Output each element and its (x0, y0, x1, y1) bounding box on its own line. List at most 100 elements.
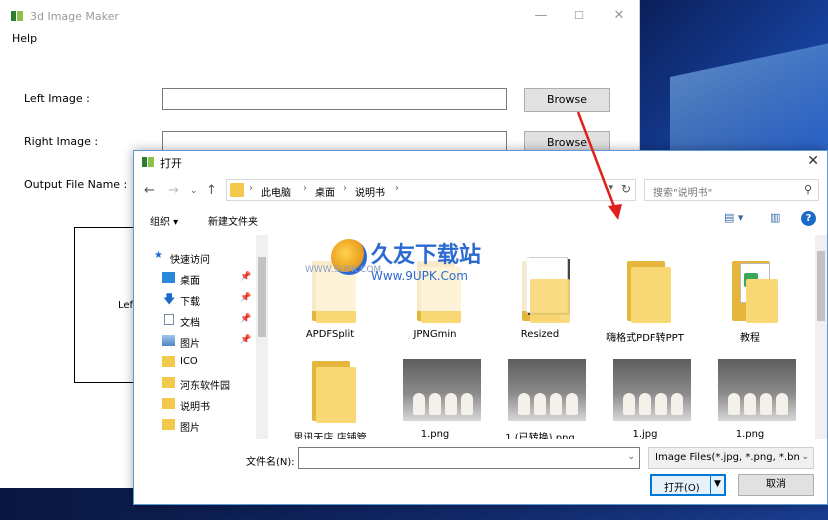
file-item[interactable]: 思讯天店 店铺管 (284, 349, 376, 439)
breadcrumb-manual[interactable]: 说明书 (355, 184, 385, 199)
left-preview-text: Lef (118, 300, 134, 311)
file-name: 1.png (420, 429, 450, 439)
search-placeholder: 搜索"说明书" (653, 188, 713, 199)
nav-label: 桌面 (180, 276, 200, 287)
file-item[interactable]: 1.jpg (599, 349, 691, 439)
file-type-select[interactable]: Image Files(*.jpg, *.png, *.bn ⌄ (648, 447, 814, 469)
watermark-brand: 久友下载站 (371, 242, 482, 268)
nav-label: 下载 (180, 297, 200, 308)
image-thumbnail (504, 349, 586, 425)
image-thumbnail (399, 349, 481, 425)
up-arrow-icon[interactable]: ↑ (206, 183, 217, 198)
address-folder-icon (230, 183, 244, 197)
left-image-input[interactable] (162, 88, 507, 110)
nav-folder-pictures[interactable]: 图片 (134, 415, 254, 435)
folder-icon (714, 249, 786, 325)
dialog-app-icon (142, 157, 154, 167)
breadcrumb-separator: › (303, 183, 307, 194)
preview-pane-icon[interactable]: ▥ (770, 211, 780, 224)
new-folder-button[interactable]: 新建文件夹 (208, 213, 258, 228)
open-button-label: 打开(O) (664, 483, 700, 494)
maximize-icon[interactable]: ☐ (564, 6, 594, 26)
file-item[interactable]: 嗨格式PDF转PPT (599, 249, 691, 349)
dialog-close-icon[interactable]: ✕ (807, 153, 819, 169)
watermark: 久友下载站 WWW.9UPK.COM Www.9UPK.Com (299, 221, 529, 311)
nav-label: ICO (180, 356, 198, 367)
output-file-label: Output File Name : (24, 178, 128, 191)
content-scrollbar-thumb[interactable] (817, 251, 825, 321)
breadcrumb-separator: › (343, 183, 347, 194)
folder-icon (162, 398, 175, 409)
file-name: 嗨格式PDF转PPT (606, 333, 684, 344)
annotation-arrow-icon (576, 111, 622, 220)
file-name: APDFSplit (305, 329, 355, 340)
nav-quick-access[interactable]: ★ 快速访问 (134, 247, 254, 267)
breadcrumb-desktop[interactable]: 桌面 (315, 184, 335, 199)
file-name: 1.jpg (632, 429, 658, 439)
folder-icon (162, 419, 175, 430)
dialog-title: 打开 (160, 157, 182, 170)
nav-folder-manual[interactable]: 说明书 (134, 394, 254, 414)
nav-label: 说明书 (180, 402, 210, 413)
filename-input[interactable]: ⌄ (298, 447, 640, 469)
chevron-down-icon: ⌄ (801, 452, 809, 462)
nav-folder-hedong[interactable]: 河东软件园 (134, 373, 254, 393)
nav-scrollbar-thumb[interactable] (258, 257, 266, 337)
close-icon[interactable]: ✕ (604, 6, 634, 26)
file-name: Resized (520, 329, 560, 340)
file-name: 1 (已转换).png (505, 433, 575, 439)
app-icon (11, 11, 23, 21)
file-name: JPNGmin (413, 329, 457, 340)
nav-label: 河东软件园 (180, 381, 230, 392)
nav-label: 文档 (180, 318, 200, 329)
pin-icon: 📌 (240, 314, 252, 324)
open-dropdown-icon[interactable]: ▼ (714, 479, 721, 489)
chevron-down-icon[interactable]: ⌄ (627, 452, 635, 462)
breadcrumb-separator: › (395, 183, 399, 194)
open-button[interactable]: 打开(O) ▼ (650, 474, 726, 496)
right-image-label: Right Image : (24, 135, 99, 148)
image-thumbnail (714, 349, 796, 425)
menu-help[interactable]: Help (12, 32, 37, 45)
nav-downloads[interactable]: 🡇 下载 📌 (134, 289, 254, 309)
open-file-dialog: 打开 ✕ ← → ⌄ ↑ › 此电脑 › 桌面 › 说明书 › ▾ ↻ 搜索"说… (133, 150, 828, 505)
view-options-icon[interactable]: ▤ ▾ (724, 211, 743, 224)
filename-label: 文件名(N): (246, 457, 295, 468)
nav-folder-ico[interactable]: ICO (134, 352, 254, 372)
file-name: 教程 (740, 333, 760, 344)
nav-pictures[interactable]: 图片 📌 (134, 331, 254, 351)
folder-icon (294, 349, 366, 425)
forward-arrow-icon[interactable]: → (168, 183, 179, 198)
nav-label: 快速访问 (170, 255, 210, 266)
recent-chevron-icon[interactable]: ⌄ (190, 186, 198, 196)
app-title: 3d Image Maker (30, 10, 119, 23)
nav-desktop[interactable]: 桌面 📌 (134, 268, 254, 288)
file-item[interactable]: 1.png (704, 349, 796, 439)
navigation-pane: ★ 快速访问 桌面 📌 🡇 下载 📌 文档 📌 图片 📌 ICO 河东软件园 说… (134, 235, 268, 439)
search-input[interactable]: 搜索"说明书" ⚲ (644, 179, 819, 201)
dialog-titlebar[interactable]: 打开 ✕ (134, 151, 827, 173)
breadcrumb-this-pc[interactable]: 此电脑 (261, 184, 291, 199)
file-name: 1.png (735, 429, 765, 439)
file-item[interactable]: 1.png (389, 349, 481, 439)
image-thumbnail (609, 349, 691, 425)
desktop-icon (162, 272, 175, 283)
nav-label: 图片 (180, 339, 200, 350)
file-item[interactable]: 教程 (704, 249, 796, 349)
folder-icon (162, 356, 175, 367)
nav-label: 图片 (180, 423, 200, 434)
folder-icon (162, 377, 175, 388)
document-icon (164, 314, 174, 325)
organize-menu[interactable]: 组织 ▾ (150, 213, 178, 228)
back-arrow-icon[interactable]: ← (144, 183, 155, 198)
cancel-button[interactable]: 取消 (738, 474, 814, 496)
nav-documents[interactable]: 文档 📌 (134, 310, 254, 330)
file-item[interactable]: 1 (已转换).png (494, 349, 586, 439)
search-icon[interactable]: ⚲ (804, 183, 812, 196)
help-icon[interactable]: ? (801, 211, 816, 226)
pictures-icon (162, 335, 175, 346)
left-image-label: Left Image : (24, 92, 90, 105)
file-type-value: Image Files(*.jpg, *.png, *.bn (655, 452, 800, 463)
minimize-icon[interactable]: — (526, 6, 556, 26)
app-titlebar[interactable]: 3d Image Maker — ☐ ✕ (0, 0, 640, 30)
